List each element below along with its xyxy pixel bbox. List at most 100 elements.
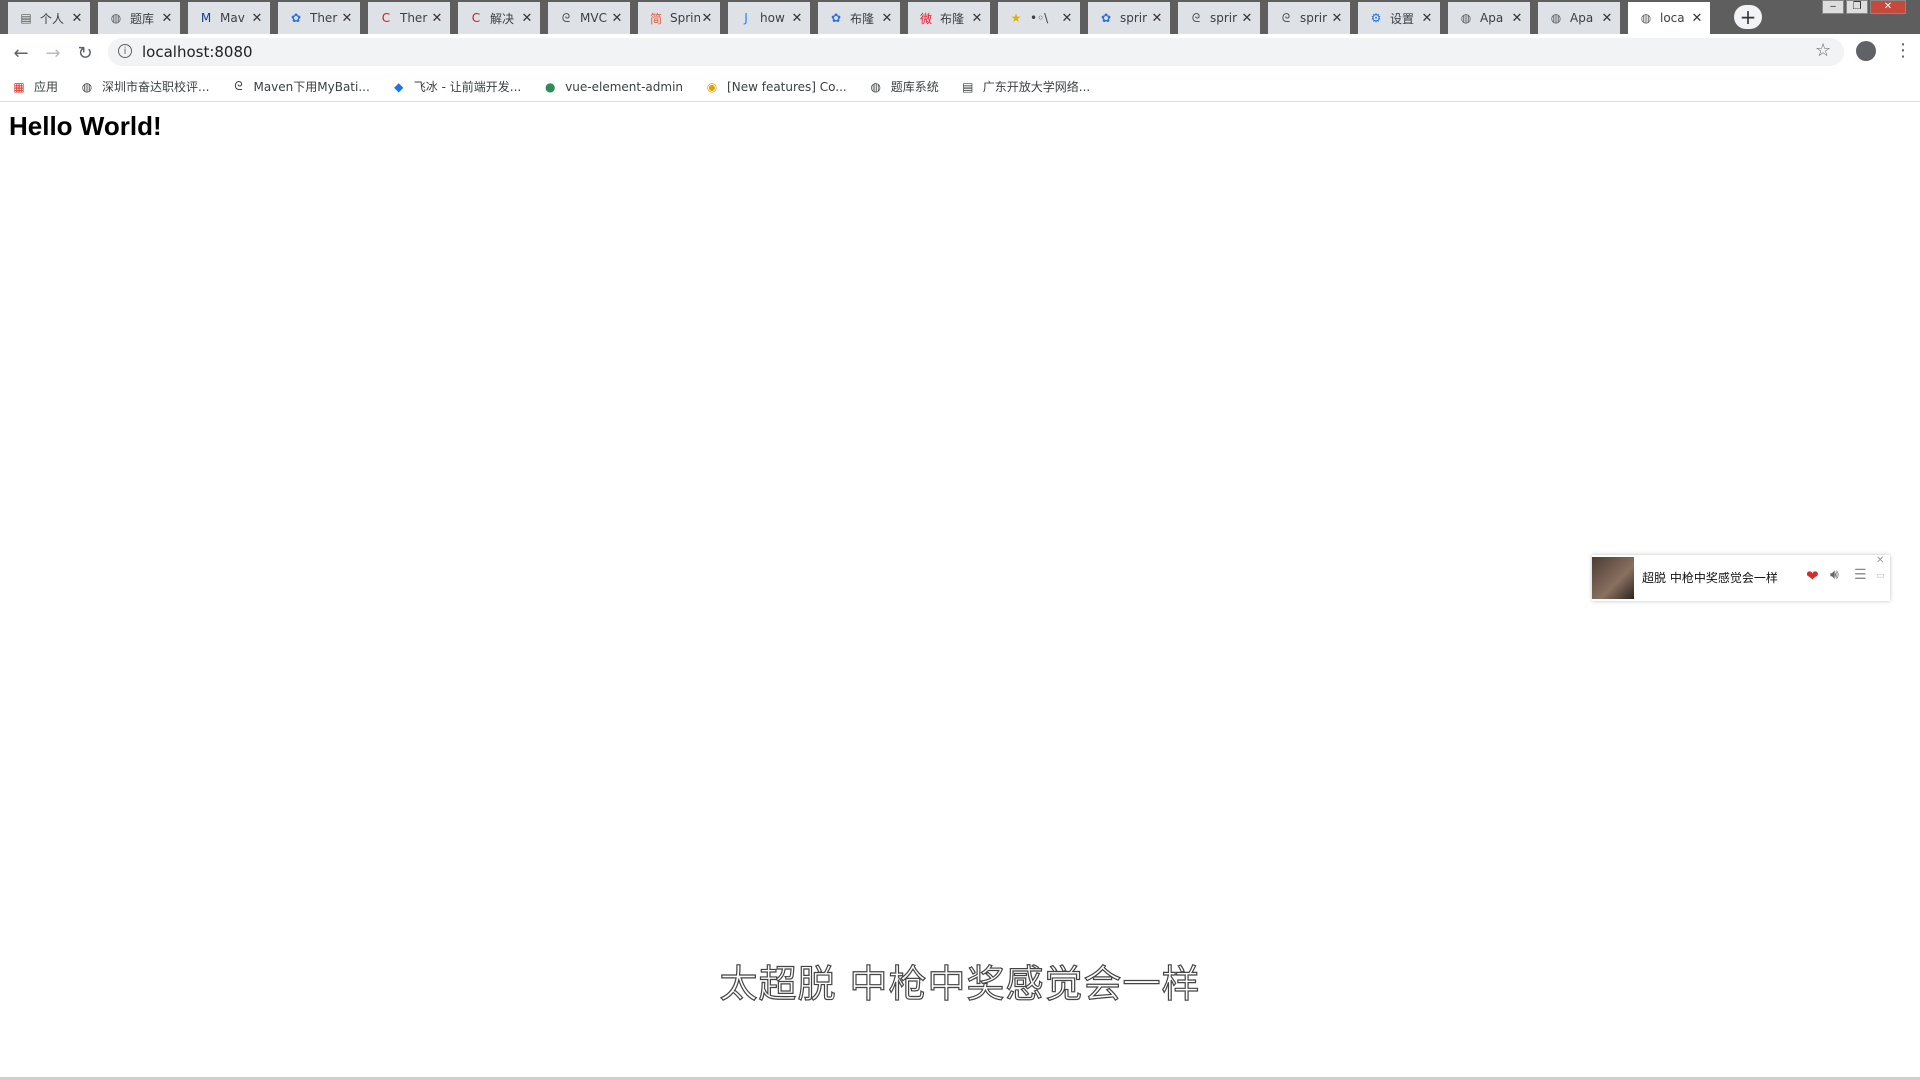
album-cover[interactable] (1592, 557, 1634, 599)
bookmark-star-icon[interactable]: ☆ (1815, 40, 1831, 61)
tab-7[interactable]: 简 Sprin ✕ (638, 2, 720, 34)
page-heading: Hello World! (9, 111, 162, 141)
new-tab-button[interactable]: + (1734, 5, 1762, 29)
tab-close-icon[interactable]: ✕ (1240, 11, 1254, 26)
bookmark-item[interactable]: ◍ 深圳市奋达职校评... (80, 78, 210, 95)
tab-close-icon[interactable]: ✕ (970, 11, 984, 26)
bookmark-label: 飞冰 - 让前端开发... (413, 80, 522, 94)
tab-close-icon[interactable]: ✕ (160, 11, 174, 26)
song-title: 超脱 中枪中奖感觉会一样 (1642, 571, 1778, 585)
tab-17[interactable]: ◍ Apa ✕ (1538, 2, 1620, 34)
tab-4[interactable]: C Ther ✕ (368, 2, 450, 34)
close-icon[interactable]: ✕ (1876, 555, 1884, 566)
tab-close-icon[interactable]: ✕ (70, 11, 84, 26)
bookmark-label: 广东开放大学网络... (982, 80, 1091, 94)
tab-close-icon[interactable]: ✕ (1600, 11, 1614, 26)
tab-title: Sprin (670, 11, 700, 25)
page-content: Hello World! 超脱 中枪中奖感觉会一样 ❤ 🔊︎ ☰ ✕ ▭ 太超脱… (0, 103, 1920, 1080)
bookmark-item[interactable]: ◉ [New features] Co... (705, 80, 847, 94)
tab-8[interactable]: Jhow ✕ (728, 2, 810, 34)
bookmark-item[interactable]: ◍ 题库系统 (869, 78, 939, 95)
tab-12[interactable]: ✿ sprir ✕ (1088, 2, 1170, 34)
tab-11[interactable]: ★ •◦\ ✕ (998, 2, 1080, 34)
info-icon[interactable]: i (118, 44, 132, 58)
tab-3[interactable]: ✿ Ther ✕ (278, 2, 360, 34)
browser-window: ▤ 个人 ✕ ◍ 题库 ✕ M Mav ✕ ✿ Ther ✕ C Ther ✕ C 解决 ✕ ᘓ MVC ✕ 简 Sprin… (0, 0, 1920, 1080)
tab-close-icon[interactable]: ✕ (250, 11, 264, 26)
tab-title: 布隆 (850, 11, 875, 26)
bookmarks-bar: ▦ 应用 ◍ 深圳市奋达职校评... ᘓ Maven下用MyBati... ◆ 飞冰 - 让前… (0, 72, 1920, 102)
tab-close-icon[interactable]: ✕ (700, 11, 714, 26)
tab-close-icon[interactable]: ✕ (1420, 11, 1434, 26)
tab-16[interactable]: ◍ Apa ✕ (1448, 2, 1530, 34)
weibo-icon: 微 (919, 11, 932, 26)
window-close-button[interactable]: ✕ (1870, 0, 1906, 14)
tab-close-icon[interactable]: ✕ (1060, 11, 1074, 26)
mvn-icon: M (200, 11, 212, 25)
juejin-icon: J (744, 11, 748, 25)
fish-icon: ◆ (394, 79, 404, 94)
tab-close-icon[interactable]: ✕ (1690, 11, 1704, 26)
menu-dots-icon[interactable]: ⋮ (1894, 40, 1912, 61)
csdn-icon: C (381, 11, 391, 25)
reload-button[interactable]: ↻ (73, 41, 97, 65)
address-bar[interactable]: i localhost:8080 (108, 38, 1844, 66)
back-button[interactable]: ← (9, 41, 33, 65)
tab-0[interactable]: ▤ 个人 ✕ (8, 2, 90, 34)
doc-icon: ▤ (962, 79, 974, 94)
tab-list: ▤ 个人 ✕ ◍ 题库 ✕ M Mav ✕ ✿ Ther ✕ C Ther ✕ C 解决 ✕ ᘓ MVC ✕ 简 Sprin… (8, 0, 1718, 34)
doc-icon: ▤ (20, 11, 32, 25)
globe-icon: ◍ (870, 79, 881, 94)
tab-10[interactable]: 微布隆 ✕ (908, 2, 990, 34)
tab-6[interactable]: ᘓ MVC ✕ (548, 2, 630, 34)
jianshu-icon: 简 (649, 11, 662, 26)
minimize-button[interactable]: ‒ (1822, 0, 1844, 14)
tab-close-icon[interactable]: ✕ (610, 11, 624, 26)
address-url[interactable]: localhost:8080 (142, 43, 253, 61)
bookmark-item[interactable]: ● vue-element-admin (543, 80, 683, 94)
wrench-icon: ᘓ (561, 10, 571, 25)
tab-13[interactable]: ᘓ sprir ✕ (1178, 2, 1260, 34)
tab-5[interactable]: C 解决 ✕ (458, 2, 540, 34)
bookmark-label: [New features] Co... (727, 79, 847, 94)
tab-15[interactable]: ⚙ 设置 ✕ (1358, 2, 1440, 34)
chrome-icon: ◉ (706, 79, 718, 94)
bookmark-item[interactable]: ᘓ Maven下用MyBati... (231, 78, 370, 95)
maximize-button[interactable]: ❐ (1846, 0, 1868, 14)
volume-icon[interactable]: 🔊︎ (1830, 567, 1839, 583)
globe-icon: ◍ (110, 11, 122, 25)
tab-2[interactable]: M Mav ✕ (188, 2, 270, 34)
tab-close-icon[interactable]: ✕ (880, 11, 894, 26)
wrench-icon: ᘓ (234, 79, 243, 93)
bookmark-label: 题库系统 (890, 80, 939, 94)
playlist-icon[interactable]: ☰ (1854, 567, 1867, 583)
tab-9[interactable]: ✿ 布隆 ✕ (818, 2, 900, 34)
bookmark-item[interactable]: ◆ 飞冰 - 让前端开发... (392, 78, 521, 95)
wrench-icon: ᘓ (1191, 10, 1201, 25)
globe-icon: ◍ (1550, 11, 1562, 25)
minimize-icon[interactable]: ▭ (1876, 571, 1885, 581)
tab-close-icon[interactable]: ✕ (430, 11, 444, 26)
heart-icon[interactable]: ❤ (1806, 567, 1819, 585)
globe-icon: ◍ (81, 79, 93, 94)
tab-close-icon[interactable]: ✕ (1150, 11, 1164, 26)
vue-icon: ● (544, 79, 556, 94)
profile-avatar-icon[interactable] (1856, 41, 1876, 61)
tab-close-icon[interactable]: ✕ (1330, 11, 1344, 26)
tab-close-icon[interactable]: ✕ (520, 11, 534, 26)
tab-title: Apa (1570, 11, 1594, 25)
star-icon: ★ (1010, 11, 1022, 25)
tab-close-icon[interactable]: ✕ (340, 11, 354, 26)
bookmark-item[interactable]: ▤ 广东开放大学网络... (961, 78, 1090, 95)
tab-close-icon[interactable]: ✕ (1510, 11, 1524, 26)
tab-18[interactable]: ◍ loca ✕ (1628, 2, 1710, 34)
music-player-widget[interactable]: 超脱 中枪中奖感觉会一样 ❤ 🔊︎ ☰ ✕ ▭ (1592, 555, 1890, 601)
forward-button[interactable]: → (41, 41, 65, 65)
bookmark-label: vue-element-admin (565, 79, 684, 94)
tab-title: Ther (400, 11, 428, 25)
baidu-paw-icon: ✿ (1100, 11, 1112, 25)
tab-close-icon[interactable]: ✕ (790, 11, 804, 26)
tab-14[interactable]: ᘓ sprir ✕ (1268, 2, 1350, 34)
bookmark-item[interactable]: ▦ 应用 (12, 78, 58, 95)
tab-1[interactable]: ◍ 题库 ✕ (98, 2, 180, 34)
